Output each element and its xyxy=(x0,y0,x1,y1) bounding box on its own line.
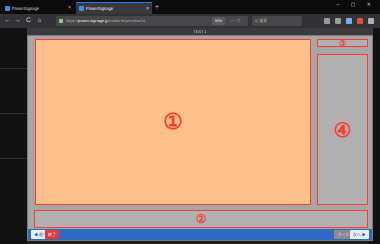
url-prefix: https:// xyxy=(66,18,79,23)
site-favicon-icon xyxy=(79,6,84,11)
divider xyxy=(0,158,27,159)
tab-close-icon[interactable]: × xyxy=(146,6,149,12)
area-number: ④ xyxy=(333,117,352,142)
extension-icon[interactable] xyxy=(357,18,363,24)
divider xyxy=(0,113,27,114)
back-icon[interactable]: ← xyxy=(3,15,12,26)
tab-title: PowerSignage xyxy=(86,6,114,11)
divider xyxy=(0,68,27,69)
browser-tab-bar: PowerSignage × PowerSignage × + – ▢ ✕ xyxy=(0,0,380,14)
home-icon[interactable]: ⌂ xyxy=(35,15,44,26)
layout-area-3[interactable]: ③ xyxy=(317,39,368,47)
sidebar-icon[interactable] xyxy=(335,18,341,24)
library-icon[interactable] xyxy=(324,18,330,24)
window-controls[interactable]: – ▢ ✕ xyxy=(337,2,376,8)
tab-title: PowerSignage xyxy=(12,5,40,11)
url-path: /contents/preview/16 xyxy=(108,18,146,23)
next-button[interactable]: 次へ ▶ xyxy=(349,230,369,239)
area-number: ② xyxy=(195,212,207,226)
tab-close-icon[interactable]: × xyxy=(68,5,71,11)
zoom-indicator[interactable]: 90% xyxy=(212,17,226,25)
page-actions-icon[interactable]: ··· ☆ xyxy=(230,16,241,26)
forward-icon[interactable]: → xyxy=(13,15,22,26)
quit-button[interactable]: 終了 xyxy=(45,230,59,239)
browser-toolbar: ← → C ⌂ https://power-signage.jp/content… xyxy=(0,14,380,28)
area-number: ③ xyxy=(338,38,347,48)
url-host: power-signage.jp xyxy=(78,18,109,23)
browser-tab-1[interactable]: PowerSignage × xyxy=(2,2,74,14)
playback-control-bar: ◀ 前へ 終了 ポーズ 次へ ▶ xyxy=(28,229,372,240)
presentation-window: ① ③ ④ ② ◀ 前へ 終了 ポーズ 次へ ▶ xyxy=(27,35,373,241)
site-favicon-icon xyxy=(5,5,10,11)
toolbar-extensions xyxy=(324,16,374,26)
layout-area-4[interactable]: ④ xyxy=(317,54,368,205)
area-number: ① xyxy=(163,109,183,135)
page-content: TEST 1 ① ③ ④ ② ◀ 前へ 終了 ポーズ 次へ ▶ xyxy=(0,28,380,244)
reload-icon[interactable]: C xyxy=(24,15,33,26)
presentation-title: TEST 1 xyxy=(27,28,373,35)
browser-tab-2[interactable]: PowerSignage × xyxy=(76,2,152,14)
menu-icon[interactable] xyxy=(368,18,374,24)
lock-icon xyxy=(59,19,63,23)
layout-area-2[interactable]: ② xyxy=(34,210,368,228)
left-backdrop xyxy=(0,28,27,244)
layout-area-1[interactable]: ① xyxy=(35,39,311,205)
download-icon[interactable] xyxy=(346,18,352,24)
new-tab-button[interactable]: + xyxy=(155,3,159,12)
search-input[interactable]: Q 検索 xyxy=(252,16,302,26)
